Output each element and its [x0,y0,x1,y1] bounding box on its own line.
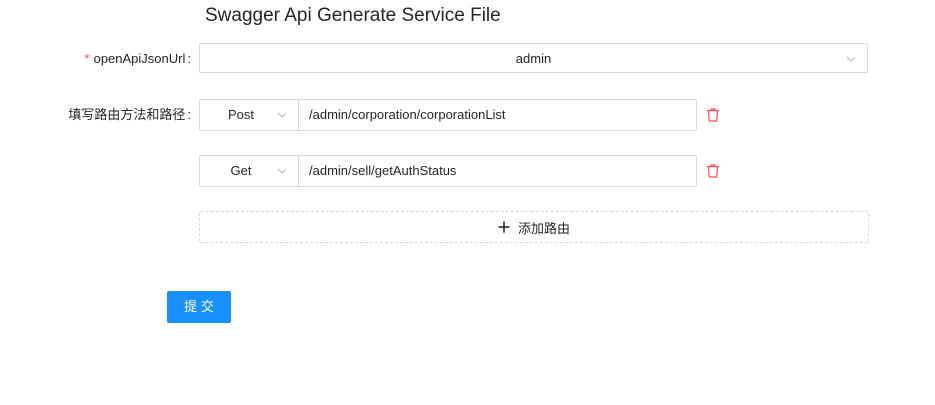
method-select[interactable]: Get [199,155,299,187]
page-title: Swagger Api Generate Service File [205,5,501,26]
method-select-value: Post [227,107,254,122]
method-select-value: Get [230,163,252,178]
submit-button[interactable]: 提交 [167,291,231,323]
json-url-label-text: openApiJsonUrl [93,51,186,66]
json-url-select-value: admin [515,51,552,66]
label-colon: : [187,51,191,66]
page: Swagger Api Generate Service File * openA… [0,0,935,405]
trash-icon[interactable] [705,107,721,123]
chevron-down-icon [277,112,287,118]
routes-label: 填写路由方法和路径: [68,105,191,125]
add-route-label: 添加路由 [517,220,570,236]
route-row: Get /admin/sell/getAuthStatus [199,155,729,187]
json-url-label: * openApiJsonUrl: [85,49,191,69]
chevron-down-icon [846,56,856,62]
json-url-select[interactable]: admin [199,43,868,73]
label-colon: : [187,107,191,122]
route-row: Post /admin/corporation/corporationList [199,99,729,131]
add-route-button[interactable]: 添加路由 [199,211,869,243]
method-select[interactable]: Post [199,99,299,131]
required-mark: * [84,51,90,66]
chevron-down-icon [277,168,287,174]
routes-label-text: 填写路由方法和路径 [68,107,186,122]
path-input[interactable]: /admin/sell/getAuthStatus [298,155,697,187]
path-input[interactable]: /admin/corporation/corporationList [298,99,697,131]
trash-icon[interactable] [705,163,721,179]
plus-icon [498,221,510,233]
